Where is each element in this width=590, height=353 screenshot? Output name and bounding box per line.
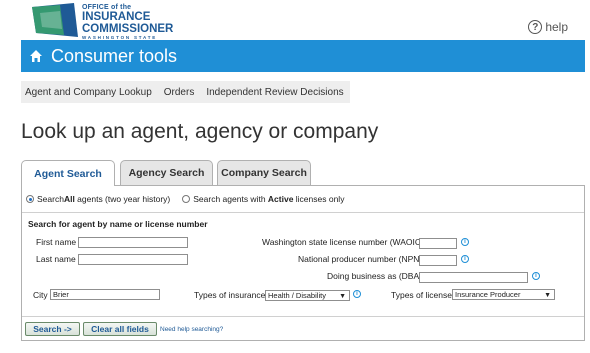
scope-active-pre: Search agents with (193, 194, 268, 204)
logo-line-3: COMMISSIONER (82, 22, 174, 35)
subnav-item-orders[interactable]: Orders (164, 87, 195, 98)
scope-active-post: licenses only (293, 194, 345, 204)
waoic-label: Washington state license number (WAOIC) (262, 237, 424, 247)
city-label: City (33, 290, 48, 300)
logo-line-1: OFFICE of the (82, 4, 132, 11)
dba-label: Doing business as (DBA) (327, 271, 422, 281)
consumer-tools-banner: Consumer tools (21, 40, 585, 72)
insurance-type-label: Types of insurance (194, 290, 266, 300)
license-type-select[interactable]: Insurance Producer ▼ (452, 289, 555, 300)
info-icon[interactable]: i (461, 238, 469, 246)
question-circle-icon: ? (528, 20, 543, 34)
clear-all-button[interactable]: Clear all fields (83, 322, 157, 336)
chevron-down-icon: ▼ (339, 293, 346, 300)
scope-option-active[interactable]: Search agents with Active licenses only (182, 194, 344, 204)
waoic-input[interactable] (419, 238, 457, 249)
insurance-type-select[interactable]: Health / Disability ▼ (265, 290, 350, 301)
logo-line-2: INSURANCE (82, 11, 151, 23)
dba-input[interactable] (419, 272, 528, 283)
oic-logo[interactable]: OFFICE of the INSURANCE COMMISSIONER WAS… (30, 3, 173, 40)
npn-label: National producer number (NPN) (298, 254, 423, 264)
info-icon[interactable]: i (461, 255, 469, 263)
scope-all-pre: Search (37, 194, 64, 204)
info-icon[interactable]: i (353, 290, 361, 298)
search-button[interactable]: Search -> (25, 322, 80, 336)
first-name-label: First name (36, 237, 77, 247)
tab-agency-search[interactable]: Agency Search (120, 160, 213, 185)
subnav-item-agent-company-lookup[interactable]: Agent and Company Lookup (25, 87, 152, 98)
tab-agent-search[interactable]: Agent Search (21, 160, 115, 186)
license-type-label: Types of license (391, 290, 452, 300)
help-link[interactable]: ? help (528, 20, 568, 34)
scope-option-all[interactable]: Search All agents (two year history) (26, 194, 170, 204)
divider (22, 316, 584, 317)
scope-all-post: agents (two year history) (74, 194, 171, 204)
first-name-input[interactable] (78, 237, 188, 248)
logo-text: OFFICE of the INSURANCE COMMISSIONER WAS… (82, 4, 173, 41)
need-help-link[interactable]: Need help searching? (160, 326, 223, 333)
license-type-value: Insurance Producer (455, 290, 521, 299)
page-title: Look up an agent, agency or company (21, 120, 379, 143)
chevron-down-icon: ▼ (544, 292, 551, 299)
section-title: Search for agent by name or license numb… (28, 219, 208, 229)
tab-company-search[interactable]: Company Search (217, 160, 311, 185)
info-icon[interactable]: i (532, 272, 540, 280)
npn-input[interactable] (419, 255, 457, 266)
agent-search-panel: Search All agents (two year history) Sea… (21, 185, 585, 341)
last-name-input[interactable] (78, 254, 188, 265)
subnav: Agent and Company Lookup Orders Independ… (21, 81, 350, 103)
banner-title: Consumer tools (51, 45, 178, 66)
search-scope: Search All agents (two year history) Sea… (26, 194, 356, 204)
city-input[interactable]: Brier (50, 289, 160, 300)
subnav-item-independent-review[interactable]: Independent Review Decisions (206, 87, 343, 98)
scope-all-bold: All (63, 194, 75, 204)
divider (22, 212, 584, 213)
scope-active-bold: Active (267, 194, 294, 204)
home-icon[interactable] (29, 49, 43, 63)
help-label: help (545, 20, 568, 34)
washington-state-logo-icon (32, 3, 78, 37)
radio-all[interactable] (26, 195, 34, 203)
last-name-label: Last name (36, 254, 76, 264)
radio-active[interactable] (182, 195, 191, 203)
insurance-type-value: Health / Disability (268, 291, 326, 300)
